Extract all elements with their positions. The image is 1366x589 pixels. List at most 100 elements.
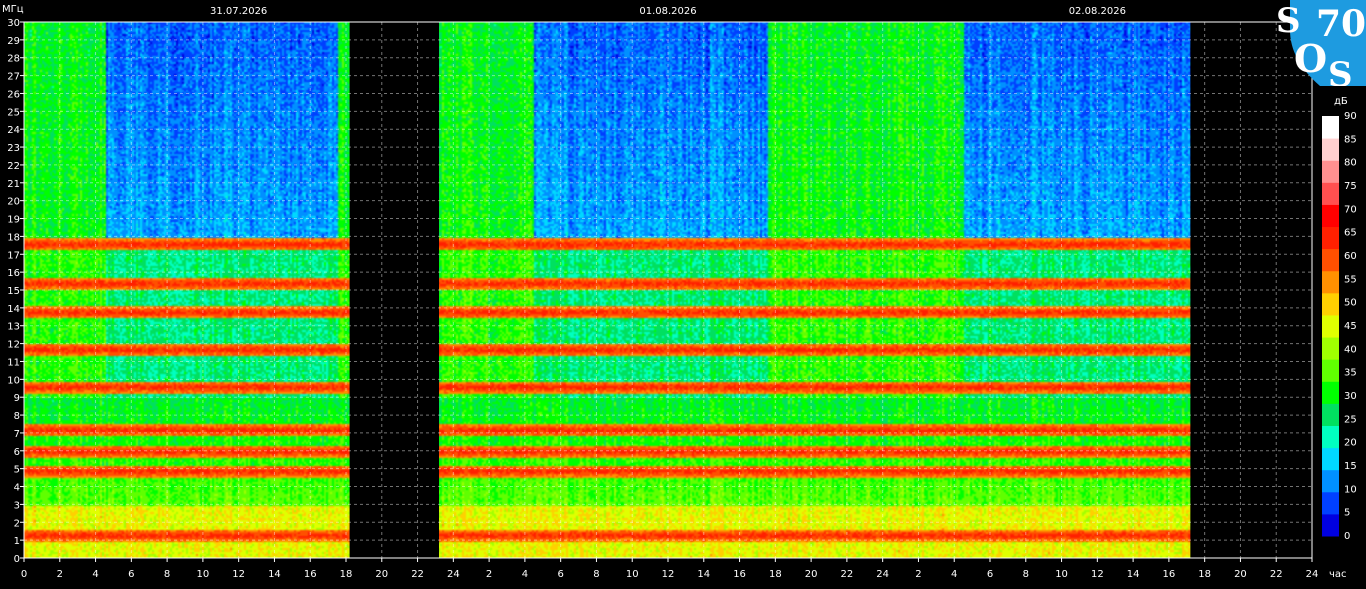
date-label: 31.07.2026 xyxy=(210,6,267,17)
y-tick-label: 2 xyxy=(14,518,20,529)
colorbar-segment xyxy=(1322,270,1339,294)
x-tick-label: 18 xyxy=(1198,569,1211,580)
y-tick-label: 29 xyxy=(7,36,20,47)
y-tick-label: 4 xyxy=(14,483,20,494)
spectrogram-chart: 0123456789101112131415161718192021222324… xyxy=(2,4,1357,580)
x-tick-label: 10 xyxy=(197,569,210,580)
colorbar-tick-label: 5 xyxy=(1344,508,1350,519)
x-tick-label: 24 xyxy=(876,569,889,580)
y-tick-label: 9 xyxy=(14,393,20,404)
logo-letter-s2: S xyxy=(1328,55,1353,86)
x-tick-label: 0 xyxy=(21,569,27,580)
colorbar-segment xyxy=(1322,425,1339,449)
x-tick-label: 2 xyxy=(915,569,921,580)
x-tick-label: 18 xyxy=(340,569,353,580)
colorbar-segment xyxy=(1322,359,1339,382)
y-tick-label: 13 xyxy=(7,322,20,333)
x-tick-label: 24 xyxy=(1306,569,1319,580)
y-tick-label: 18 xyxy=(7,232,20,243)
colorbar-segment xyxy=(1322,381,1339,404)
colorbar-tick-label: 70 xyxy=(1344,204,1357,215)
colorbar-tick-label: 90 xyxy=(1344,111,1357,122)
colorbar-segment xyxy=(1322,491,1339,515)
colorbar-tick-label: 50 xyxy=(1344,298,1357,309)
colorbar-segment xyxy=(1322,116,1339,139)
colorbar-tick-label: 80 xyxy=(1344,158,1357,169)
colorbar-tick-label: 85 xyxy=(1344,134,1357,145)
colorbar-segment xyxy=(1322,403,1339,426)
x-tick-label: 20 xyxy=(1234,569,1247,580)
y-tick-label: 23 xyxy=(7,143,20,154)
x-tick-label: 10 xyxy=(626,569,639,580)
y-tick-label: 30 xyxy=(7,18,20,29)
colorbar-tick-label: 20 xyxy=(1344,438,1357,449)
x-tick-label: 4 xyxy=(92,569,98,580)
y-tick-label: 20 xyxy=(7,197,20,208)
y-tick-label: 8 xyxy=(14,411,20,422)
colorbar: 0 5 10 15 20 25 30 35 40 45 50 55 60 65 70 75 80 85 90 xyxy=(1322,111,1357,542)
colorbar-tick-label: 25 xyxy=(1344,414,1357,425)
y-tick-label: 5 xyxy=(14,465,20,476)
y-tick-label: 21 xyxy=(7,179,20,190)
y-tick-label: 11 xyxy=(7,357,20,368)
colorbar-segment xyxy=(1322,182,1339,205)
colorbar-tick-label: 15 xyxy=(1344,461,1357,472)
colorbar-segment xyxy=(1322,513,1339,537)
x-axis-label: час xyxy=(1329,569,1347,580)
y-tick-label: 10 xyxy=(7,375,20,386)
x-tick-labels: 0 2 4 6 8 10 12 14 16 18 20 22 24 2 4 6 8 10 12 14 16 18 20 22 2… xyxy=(21,558,1319,580)
x-tick-label: 12 xyxy=(662,569,675,580)
x-tick-label: 18 xyxy=(769,569,782,580)
x-tick-label: 14 xyxy=(268,569,281,580)
colorbar-segment xyxy=(1322,204,1339,228)
y-tick-label: 28 xyxy=(7,54,20,65)
colorbar-segment xyxy=(1322,469,1339,493)
colorbar-tick-label: 10 xyxy=(1344,484,1357,495)
colorbar-segment xyxy=(1322,226,1339,250)
x-tick-label: 2 xyxy=(486,569,492,580)
x-tick-label: 10 xyxy=(1055,569,1068,580)
colorbar-tick-label: 60 xyxy=(1344,251,1357,262)
colorbar-segment xyxy=(1322,447,1339,471)
colorbar-tick-label: 30 xyxy=(1344,391,1357,402)
x-tick-label: 12 xyxy=(232,569,245,580)
y-tick-label: 6 xyxy=(14,447,20,458)
date-label: 01.08.2026 xyxy=(639,6,696,17)
x-tick-label: 16 xyxy=(304,569,317,580)
x-tick-label: 8 xyxy=(164,569,170,580)
colorbar-segment xyxy=(1322,314,1339,338)
date-labels: 31.07.2026 01.08.2026 02.08.2026 xyxy=(210,6,1126,17)
colorbar-tick-label: 0 xyxy=(1344,531,1350,542)
x-tick-label: 16 xyxy=(1163,569,1176,580)
x-tick-label: 8 xyxy=(1023,569,1029,580)
colorbar-segment xyxy=(1322,248,1339,272)
colorbar-segment xyxy=(1322,337,1339,360)
colorbar-segment xyxy=(1322,138,1339,161)
x-tick-label: 22 xyxy=(411,569,424,580)
sos70-logo: S 70 O S xyxy=(1276,0,1366,86)
x-tick-label: 24 xyxy=(447,569,460,580)
x-tick-label: 4 xyxy=(951,569,957,580)
colorbar-tick-label: 45 xyxy=(1344,321,1357,332)
x-tick-label: 6 xyxy=(987,569,993,580)
x-tick-label: 6 xyxy=(128,569,134,580)
x-tick-label: 16 xyxy=(733,569,746,580)
y-tick-label: 19 xyxy=(7,215,20,226)
colorbar-tick-label: 40 xyxy=(1344,344,1357,355)
x-tick-label: 8 xyxy=(593,569,599,580)
x-tick-label: 22 xyxy=(1270,569,1283,580)
logo-letter-s1: S xyxy=(1276,1,1301,41)
colorbar-tick-label: 55 xyxy=(1344,274,1357,285)
y-tick-label: 7 xyxy=(14,429,20,440)
y-tick-label: 14 xyxy=(7,304,20,315)
y-tick-label: 22 xyxy=(7,161,20,172)
y-tick-label: 0 xyxy=(14,554,20,565)
y-tick-labels: 0123456789101112131415161718192021222324… xyxy=(7,18,24,565)
colorbar-segment xyxy=(1322,160,1339,183)
colorbar-segment xyxy=(1322,292,1339,316)
x-tick-label: 14 xyxy=(697,569,710,580)
colorbar-tick-label: 35 xyxy=(1344,368,1357,379)
y-tick-label: 16 xyxy=(7,268,20,279)
colorbar-tick-label: 65 xyxy=(1344,228,1357,239)
x-tick-label: 20 xyxy=(375,569,388,580)
